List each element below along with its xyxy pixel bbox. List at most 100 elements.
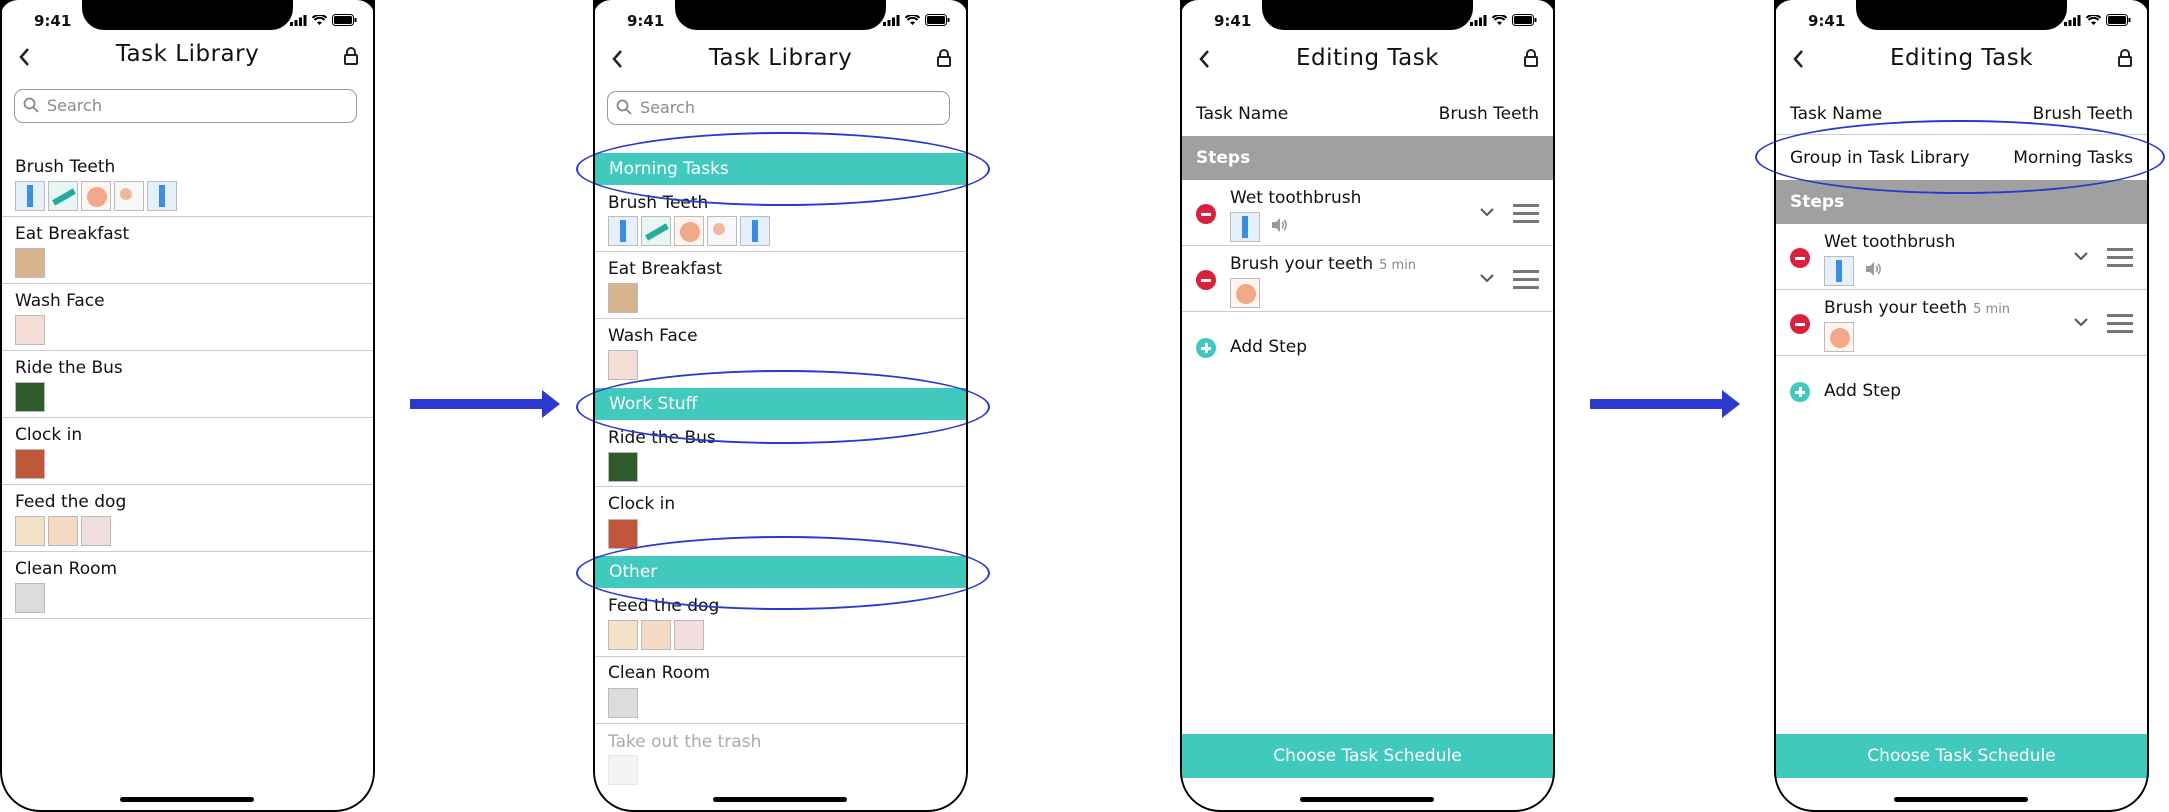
rinse-thumbnail	[707, 216, 737, 246]
search-field[interactable]	[14, 89, 357, 123]
task-row[interactable]: Wash Face	[0, 284, 375, 351]
status-icons	[1470, 14, 1537, 26]
chevron-down-icon[interactable]	[1479, 272, 1495, 284]
task-row[interactable]: Feed the dog	[593, 588, 968, 657]
reorder-handle-icon[interactable]	[2107, 314, 2133, 333]
task-name-value[interactable]: Brush Teeth	[2033, 104, 2133, 124]
reorder-handle-icon[interactable]	[2107, 248, 2133, 267]
add-step-button[interactable]: Add Step	[1180, 323, 1555, 373]
task-name-row[interactable]: Task Name Brush Teeth	[1774, 92, 2149, 135]
task-name: Clock in	[15, 425, 83, 445]
speaker-icon[interactable]	[1270, 216, 1288, 234]
delete-step-icon[interactable]	[1790, 248, 1810, 268]
wifi-icon	[312, 14, 327, 25]
delete-step-icon[interactable]	[1196, 204, 1216, 224]
toothbrush-thumbnail	[15, 181, 45, 211]
wifi-icon	[905, 14, 920, 25]
speaker-icon[interactable]	[1864, 260, 1882, 278]
chevron-down-icon[interactable]	[2073, 250, 2089, 262]
step-name: Brush your teeth 5 min	[1824, 298, 2011, 318]
group-header-other[interactable]: Other	[593, 556, 968, 588]
phone-editing-task-grouped: 9:41 Editing Task Task Name Brush Teeth …	[1774, 0, 2149, 812]
task-name: Brush Teeth	[608, 193, 709, 213]
chevron-down-icon[interactable]	[1479, 206, 1495, 218]
lock-icon[interactable]	[1523, 48, 1539, 68]
lock-icon[interactable]	[936, 48, 952, 68]
mouth-thumbnail	[1824, 322, 1854, 352]
task-row[interactable]: Take out the trash	[593, 724, 968, 791]
trash-thumbnail	[608, 755, 638, 785]
steps-header: Steps	[1180, 136, 1555, 180]
choose-schedule-button[interactable]: Choose Task Schedule	[1180, 734, 1555, 778]
steps-label: Steps	[1790, 192, 1845, 212]
battery-icon	[2106, 14, 2131, 26]
search-icon	[616, 99, 632, 115]
group-name: Other	[609, 562, 658, 582]
step-row[interactable]: Wet toothbrush	[1180, 180, 1555, 246]
task-row[interactable]: Ride the Bus	[593, 420, 968, 487]
task-name: Feed the dog	[15, 492, 127, 512]
lock-icon[interactable]	[343, 46, 359, 66]
status-time: 9:41	[627, 12, 665, 30]
task-row[interactable]: Feed the dog	[0, 485, 375, 552]
page-title: Task Library	[708, 45, 853, 71]
task-name: Clean Room	[15, 559, 118, 579]
task-name: Wash Face	[15, 291, 105, 311]
group-header-work-stuff[interactable]: Work Stuff	[593, 388, 968, 420]
task-row[interactable]: Clock in	[593, 487, 968, 554]
toothbrush-thumbnail	[740, 216, 770, 246]
device-notch	[675, 0, 886, 30]
task-row[interactable]: Clean Room	[0, 552, 375, 619]
add-step-label: Add Step	[1824, 381, 1902, 401]
step-name: Brush your teeth 5 min	[1230, 254, 1417, 274]
home-indicator	[1894, 797, 2028, 802]
search-icon	[23, 97, 39, 113]
toothbrush-thumbnail	[1230, 212, 1260, 242]
reorder-handle-icon[interactable]	[1513, 204, 1539, 223]
choose-schedule-button[interactable]: Choose Task Schedule	[1774, 734, 2149, 778]
task-row[interactable]: Eat Breakfast	[0, 217, 375, 284]
task-name-label: Task Name	[1790, 104, 1883, 124]
step-row[interactable]: Wet toothbrush	[1774, 224, 2149, 290]
task-name-row[interactable]: Task Name Brush Teeth	[1180, 92, 1555, 135]
dog-food-thumbnail	[608, 620, 638, 650]
add-step-button[interactable]: Add Step	[1774, 367, 2149, 417]
search-input[interactable]	[45, 95, 339, 116]
wash-face-thumbnail	[608, 350, 638, 380]
task-row[interactable]: Clean Room	[593, 657, 968, 724]
reorder-handle-icon[interactable]	[1513, 270, 1539, 289]
task-name: Clock in	[608, 494, 676, 514]
chevron-down-icon[interactable]	[2073, 316, 2089, 328]
task-name: Wash Face	[608, 326, 698, 346]
device-notch	[1856, 0, 2067, 30]
steps-header: Steps	[1774, 180, 2149, 224]
step-row[interactable]: Brush your teeth 5 min	[1774, 290, 2149, 356]
page-title: Editing Task	[1295, 45, 1440, 71]
phone-task-library: 9:41 Task Library Brush Teeth Eat Breakf…	[0, 0, 375, 812]
signal-icon	[290, 14, 307, 26]
group-name: Work Stuff	[609, 394, 698, 414]
group-header-morning-tasks[interactable]: Morning Tasks	[593, 153, 968, 185]
phone-task-library-grouped: 9:41 Task Library Morning Tasks Brush Te…	[593, 0, 968, 812]
task-thumbnails	[15, 181, 177, 211]
dog-food-thumbnail	[15, 516, 45, 546]
search-field[interactable]	[607, 91, 950, 125]
task-name-value[interactable]: Brush Teeth	[1439, 104, 1539, 124]
group-row[interactable]: Group in Task Library Morning Tasks	[1774, 136, 2149, 179]
status-icons	[883, 14, 950, 26]
task-row[interactable]: Clock in	[0, 418, 375, 485]
task-row[interactable]: Wash Face	[593, 319, 968, 386]
bus-thumbnail	[15, 382, 45, 412]
task-row[interactable]: Brush Teeth	[593, 185, 968, 252]
step-row[interactable]: Brush your teeth 5 min	[1180, 246, 1555, 312]
group-value[interactable]: Morning Tasks	[2013, 148, 2133, 168]
device-notch	[82, 0, 293, 30]
search-input[interactable]	[638, 97, 932, 118]
delete-step-icon[interactable]	[1790, 314, 1810, 334]
task-row[interactable]: Ride the Bus	[0, 351, 375, 418]
lock-icon[interactable]	[2117, 48, 2133, 68]
task-row[interactable]: Eat Breakfast	[593, 252, 968, 319]
clock-thumbnail	[608, 519, 638, 549]
task-row[interactable]: Brush Teeth	[0, 150, 375, 217]
delete-step-icon[interactable]	[1196, 270, 1216, 290]
